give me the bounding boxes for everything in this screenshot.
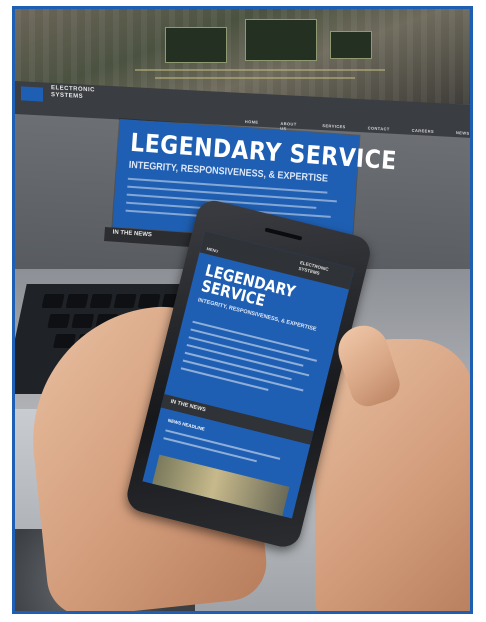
keyboard-key <box>71 314 95 328</box>
monitor-nav-item: CAREERS <box>411 127 435 134</box>
keyboard-key <box>65 294 89 308</box>
photo-frame: ELECTRONIC SYSTEMS HOME ABOUT US SERVICE… <box>12 6 473 614</box>
phone-news-label: IN THE NEWS <box>169 398 207 414</box>
pcb-chip <box>245 19 317 61</box>
phone-text-line <box>165 429 281 460</box>
hero-text-line <box>127 185 337 203</box>
pcb-chip <box>330 31 372 59</box>
phone-news-bar: IN THE NEWS <box>160 393 314 445</box>
phone-text-line <box>182 359 304 392</box>
keyboard-key <box>47 314 71 328</box>
phone-news-heading[interactable]: NEWS HEADLINE <box>167 418 205 432</box>
monitor-nav-item: NEWS <box>455 130 470 136</box>
phone-text-line <box>186 343 310 377</box>
keyboard-key <box>89 294 113 308</box>
monitor-logo-mark <box>21 86 43 102</box>
phone-menu-button[interactable]: MENU <box>206 246 219 254</box>
phone-logo-text: ELECTRONIC SYSTEMS <box>298 259 330 276</box>
keyboard-key <box>113 294 137 308</box>
pcb-chip <box>165 27 227 63</box>
pcb-trace <box>155 77 355 79</box>
monitor-nav-item: CONTACT <box>367 125 390 132</box>
monitor-news-label: IN THE NEWS <box>112 229 153 239</box>
pcb-trace <box>135 69 385 71</box>
keyboard-key <box>41 294 65 308</box>
